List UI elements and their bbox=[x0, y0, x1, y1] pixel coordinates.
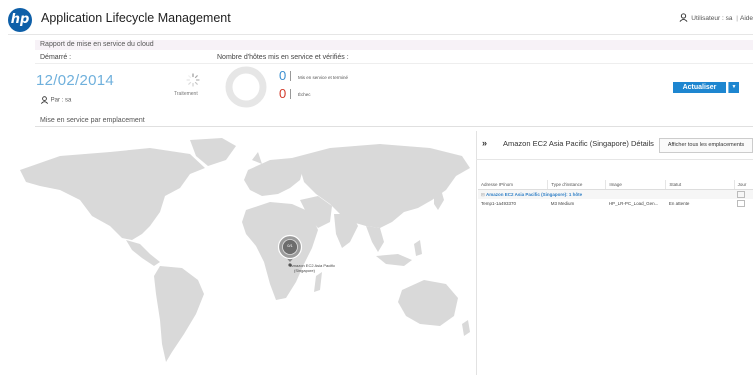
pin-label-line2: (Singapore) bbox=[294, 268, 315, 273]
processing-spinner-icon bbox=[186, 73, 200, 92]
world-map[interactable] bbox=[0, 130, 476, 380]
pin-count: 0/1 bbox=[287, 243, 293, 248]
pin-label: Amazon EC2 Asia Pacific (Singapore) bbox=[290, 263, 335, 273]
help-link[interactable]: Aide bbox=[740, 15, 753, 22]
panel-divider bbox=[476, 159, 753, 160]
section-divider bbox=[35, 126, 753, 127]
details-panel bbox=[476, 131, 753, 375]
group-row[interactable]: ⊟ Amazon EC2 Asia Pacific (Singapore): 1… bbox=[478, 189, 753, 199]
cell-status: En attente bbox=[668, 201, 690, 206]
user-area[interactable]: Utilisateur : sa | Aide bbox=[679, 13, 753, 24]
table-header-row: Adresse IP/nom Type d'instance Image Sta… bbox=[478, 180, 753, 190]
report-section-header: Rapport de mise en service du cloud bbox=[35, 40, 753, 50]
started-label: Démarré : bbox=[40, 54, 72, 61]
started-by: Par : sa bbox=[40, 96, 71, 104]
done-label: Mis en service et terminé bbox=[298, 75, 349, 80]
hosts-table: Adresse IP/nom Type d'instance Image Sta… bbox=[478, 180, 753, 208]
table-row[interactable]: Temp1-1a493370 M3 Medium HP_LR-PC_Load_G… bbox=[478, 199, 753, 208]
processing-label: Traitement bbox=[174, 91, 198, 97]
column-header[interactable]: Jour bbox=[734, 180, 753, 190]
section-divider bbox=[35, 63, 753, 64]
user-icon bbox=[40, 96, 51, 104]
collapse-panel-icon[interactable]: » bbox=[482, 138, 487, 148]
app-title: Application Lifecycle Management bbox=[41, 11, 231, 25]
column-header[interactable]: Adresse IP/nom bbox=[478, 180, 549, 190]
column-header[interactable]: Image bbox=[605, 180, 667, 190]
column-header[interactable]: Type d'instance bbox=[547, 180, 607, 190]
column-header[interactable]: Statut bbox=[665, 180, 735, 190]
details-title: Amazon EC2 Asia Pacific (Singapore) Déta… bbox=[503, 139, 654, 148]
log-icon[interactable] bbox=[734, 199, 753, 208]
hosts-label: Nombre d'hôtes mis en service et vérifié… bbox=[217, 54, 349, 61]
user-label: Utilisateur : sa bbox=[691, 15, 733, 23]
locations-section-header: Mise en service par emplacement bbox=[35, 116, 753, 126]
log-icon[interactable] bbox=[734, 189, 753, 199]
started-date: 12/02/2014 bbox=[36, 72, 115, 89]
failed-label: Échec bbox=[298, 92, 311, 97]
refresh-button[interactable]: Actualiser bbox=[673, 82, 726, 93]
group-label: ⊟ Amazon EC2 Asia Pacific (Singapore): 1… bbox=[478, 189, 735, 199]
failed-count: 0 bbox=[279, 86, 287, 101]
divider: | bbox=[736, 15, 738, 23]
refresh-dropdown-button[interactable]: ▼ bbox=[728, 82, 739, 93]
divider bbox=[290, 71, 291, 81]
divider bbox=[290, 89, 291, 99]
user-icon bbox=[679, 13, 688, 24]
cell-type: M3 Medium bbox=[550, 201, 575, 206]
show-all-locations-button[interactable]: Afficher tous les emplacements bbox=[659, 138, 753, 153]
started-by-label: Par : sa bbox=[50, 97, 72, 104]
hosts-donut-chart bbox=[224, 65, 268, 114]
cell-ip: Temp1-1a493370 bbox=[481, 201, 517, 206]
header-divider bbox=[8, 34, 753, 35]
cell-image: HP_LR-PC_Load_Gen... bbox=[608, 201, 659, 206]
hp-logo: hp bbox=[8, 8, 32, 32]
done-count: 0 bbox=[279, 68, 287, 83]
